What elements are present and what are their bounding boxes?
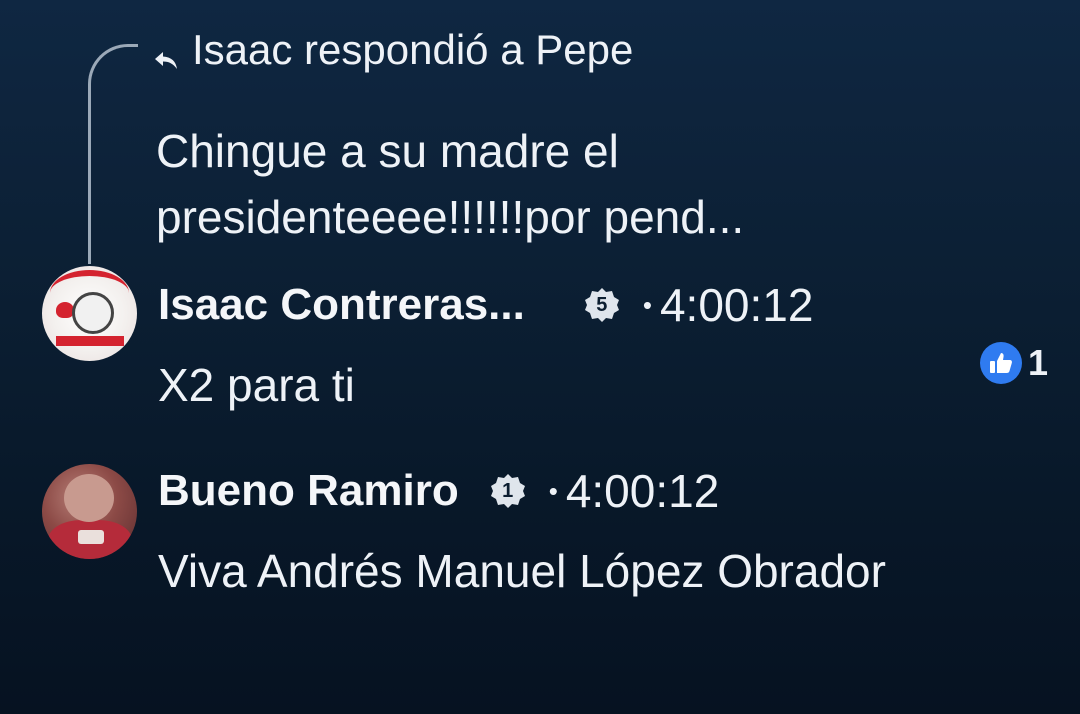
parent-comment-preview[interactable]: Chingue a su madre el presidenteeee!!!!!… <box>156 118 936 250</box>
reply-header-text: Isaac respondió a Pepe <box>192 26 634 73</box>
comment-header: Bueno Ramiro 1 • 4:00:12 <box>158 464 719 518</box>
commenter-name[interactable]: Bueno Ramiro <box>158 466 459 516</box>
avatar[interactable] <box>42 266 137 361</box>
avatar-shirt-print <box>78 530 104 544</box>
comment-text: Viva Andrés Manuel López Obrador <box>158 545 886 597</box>
reply-header[interactable]: Isaac respondió a Pepe <box>152 26 633 74</box>
separator-dot: • <box>548 475 558 506</box>
commenter-name[interactable]: Isaac Contreras... <box>158 280 525 330</box>
reply-arrow-icon <box>152 36 180 69</box>
badge-icon: 5 <box>583 286 621 324</box>
reply-thread-line <box>88 44 138 264</box>
reaction-summary[interactable]: 1 <box>979 342 1048 384</box>
badge-icon: 1 <box>489 472 527 510</box>
badge-number: 1 <box>502 480 514 502</box>
avatar-logo-face <box>72 292 114 334</box>
avatar[interactable] <box>42 464 137 559</box>
comment-timestamp: 4:00:12 <box>659 279 814 331</box>
like-icon <box>979 342 1022 384</box>
reaction-count: 1 <box>1027 342 1048 383</box>
badge-number: 5 <box>596 294 608 316</box>
avatar-head <box>64 474 114 522</box>
separator-dot: • <box>642 289 652 320</box>
avatar-logo-band <box>56 336 124 346</box>
comment-text: X2 para ti <box>158 359 355 411</box>
comment-header: Isaac Contreras... 5 • 4:00:12 <box>158 278 813 332</box>
comment-timestamp: 4:00:12 <box>565 465 720 517</box>
